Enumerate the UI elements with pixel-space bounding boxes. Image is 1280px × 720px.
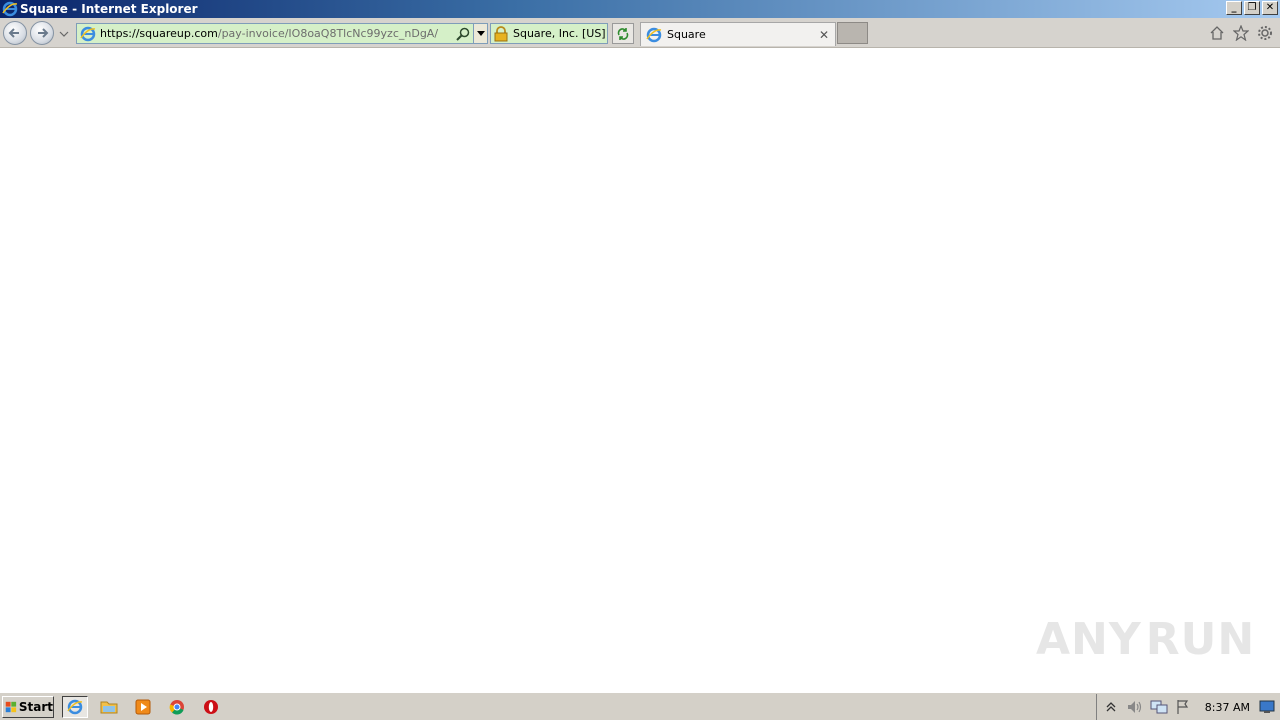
watermark-left-text: ANY bbox=[1036, 613, 1142, 665]
chrome-icon bbox=[169, 699, 184, 715]
taskbar: Start 8:37 AM bbox=[0, 692, 1280, 720]
address-dropdown-button[interactable] bbox=[473, 24, 487, 43]
new-tab-button[interactable] bbox=[837, 22, 868, 44]
volume-icon[interactable] bbox=[1125, 698, 1145, 716]
opera-icon bbox=[204, 699, 218, 714]
toolbar-right-icons bbox=[1208, 24, 1274, 42]
internet-explorer-icon bbox=[2, 1, 18, 17]
taskbar-clock[interactable]: 8:37 AM bbox=[1205, 698, 1250, 716]
security-report-button[interactable]: Square, Inc. [US] bbox=[490, 23, 608, 44]
taskbar-apps bbox=[62, 695, 224, 718]
forward-arrow-icon bbox=[38, 28, 49, 38]
taskbar-opera[interactable] bbox=[198, 696, 224, 718]
windows-logo-icon bbox=[5, 701, 17, 712]
url-path: /pay-invoice/IO8oaQ8TlcNc99yzc_nDgA/ bbox=[217, 27, 439, 40]
show-hidden-icons-icon[interactable] bbox=[1101, 698, 1121, 716]
restore-button[interactable]: ❐ bbox=[1244, 1, 1260, 15]
taskbar-file-explorer[interactable] bbox=[96, 696, 122, 718]
favorites-star-icon[interactable] bbox=[1232, 24, 1250, 42]
anyrun-watermark: ANY RUN bbox=[1036, 604, 1254, 674]
url-text[interactable]: https://squareup.com/pay-invoice/IO8oaQ8… bbox=[100, 27, 455, 40]
forward-button[interactable] bbox=[30, 21, 54, 45]
show-desktop-icon[interactable] bbox=[1258, 698, 1276, 716]
ie-page-icon bbox=[80, 26, 96, 41]
certificate-label: Square, Inc. [US] bbox=[513, 27, 606, 40]
taskbar-media-player[interactable] bbox=[130, 696, 156, 718]
start-label: Start bbox=[18, 699, 53, 714]
action-center-flag-icon[interactable] bbox=[1173, 698, 1193, 716]
compatibility-refresh-button[interactable] bbox=[612, 23, 634, 44]
recent-pages-dropdown-icon[interactable] bbox=[59, 29, 69, 39]
close-tab-icon[interactable]: ✕ bbox=[817, 28, 831, 42]
address-bar[interactable]: https://squareup.com/pay-invoice/IO8oaQ8… bbox=[76, 23, 488, 44]
gear-icon[interactable] bbox=[1256, 24, 1274, 42]
network-icon[interactable] bbox=[1149, 698, 1169, 716]
media-player-icon bbox=[135, 699, 151, 714]
browser-toolbar: https://squareup.com/pay-invoice/IO8oaQ8… bbox=[0, 18, 1280, 48]
window-title: Square - Internet Explorer bbox=[20, 2, 198, 16]
system-tray: 8:37 AM bbox=[1095, 694, 1280, 720]
lock-icon bbox=[494, 25, 508, 41]
internet-explorer-icon bbox=[67, 699, 83, 714]
minimize-button[interactable]: _ bbox=[1226, 1, 1242, 15]
window-controls: _ ❐ ✕ bbox=[1226, 1, 1278, 15]
back-arrow-icon bbox=[8, 28, 19, 38]
chevron-down-icon bbox=[476, 30, 485, 36]
tab-square[interactable]: Square ✕ bbox=[640, 22, 836, 46]
taskbar-internet-explorer[interactable] bbox=[62, 695, 88, 718]
taskbar-chrome[interactable] bbox=[164, 696, 190, 718]
tab-label: Square bbox=[667, 28, 706, 41]
start-button[interactable]: Start bbox=[2, 695, 54, 718]
url-host: https://squareup.com bbox=[100, 27, 218, 40]
folder-icon bbox=[100, 701, 118, 713]
window-titlebar: Square - Internet Explorer _ ❐ ✕ bbox=[0, 0, 1280, 18]
refresh-icon bbox=[617, 27, 629, 40]
back-button[interactable] bbox=[3, 21, 27, 45]
home-icon[interactable] bbox=[1208, 24, 1226, 42]
close-window-button[interactable]: ✕ bbox=[1262, 1, 1278, 15]
page-content bbox=[0, 48, 1280, 692]
search-icon[interactable] bbox=[455, 26, 471, 42]
ie-tab-icon bbox=[646, 27, 662, 42]
watermark-right-text: RUN bbox=[1145, 613, 1256, 665]
